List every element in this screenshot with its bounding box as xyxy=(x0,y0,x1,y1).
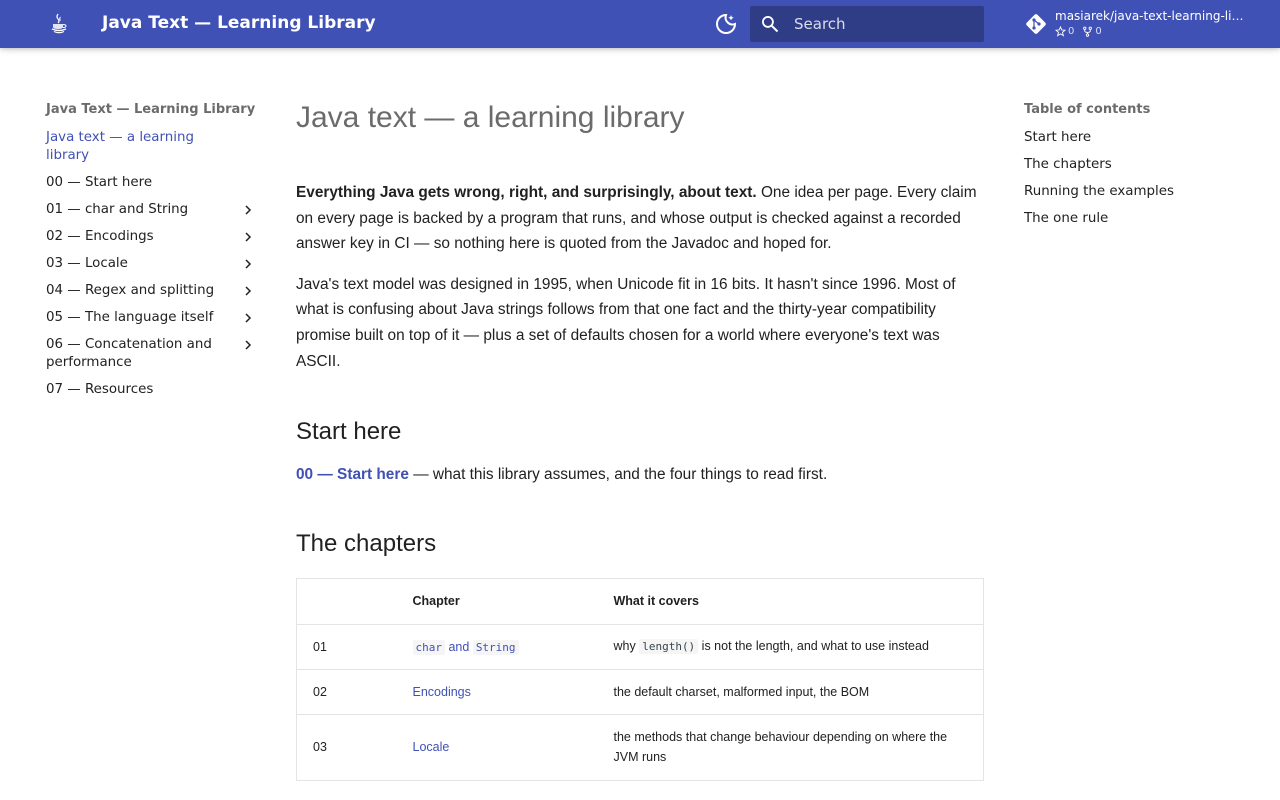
start-text: — what this library assumes, and the fou… xyxy=(408,466,828,484)
nav-item-label: 00 — Start here xyxy=(46,175,153,190)
table-row: 02 Encodings the default charset, malfor… xyxy=(296,669,984,715)
nav-item-regex[interactable]: 04 — Regex and splitting xyxy=(46,282,256,300)
column-header xyxy=(296,578,397,625)
top-header: Java Text — Learning Library masiarek/ja… xyxy=(0,0,1280,48)
chapter-number: 01 xyxy=(296,624,397,670)
main-content: Java text — a learning library Everythin… xyxy=(296,98,984,781)
chapter-number: 02 xyxy=(296,669,397,715)
nav-item-label: 05 — The language itself xyxy=(46,310,214,325)
chevron-right-icon[interactable] xyxy=(242,258,254,270)
nav-item-label: 01 — char and String xyxy=(46,202,189,217)
table-of-contents: Table of contents Start here The chapter… xyxy=(1024,102,1254,237)
repo-name: masiarek/java-text-learning-library xyxy=(1055,9,1244,23)
site-title[interactable]: Java Text — Learning Library xyxy=(102,13,376,33)
primary-navigation: Java Text — Learning Library Java text —… xyxy=(46,102,256,408)
nav-item-label: 03 — Locale xyxy=(46,256,128,271)
repository-link[interactable]: masiarek/java-text-learning-library 0 0 xyxy=(1024,8,1244,42)
section-start-here: Start here xyxy=(296,418,402,446)
nav-item-encodings[interactable]: 02 — Encodings xyxy=(46,228,256,246)
nav-item-language[interactable]: 05 — The language itself xyxy=(46,309,256,327)
chevron-right-icon[interactable] xyxy=(242,339,254,351)
chapter-description: the methods that change behaviour depend… xyxy=(597,714,984,781)
nav-item-char-and-string[interactable]: 01 — char and String xyxy=(46,201,256,219)
nav-item-concatenation[interactable]: 06 — Concatenation and performance xyxy=(46,336,256,372)
intro-bold: Everything Java gets wrong, right, and s… xyxy=(296,184,757,201)
desc-text: why xyxy=(613,639,640,654)
nav-item-start-here[interactable]: 00 — Start here xyxy=(46,174,256,192)
nav-item-label: 06 — Concatenation and performance xyxy=(46,337,212,370)
chapter-code: String xyxy=(472,639,519,655)
star-icon xyxy=(1055,26,1066,37)
repo-forks: 0 xyxy=(1082,26,1102,37)
start-here-link[interactable]: 00 — Start here xyxy=(296,466,409,483)
table-row: 03 Locale the methods that change behavi… xyxy=(296,714,984,781)
git-icon xyxy=(1026,14,1046,34)
nav-item-label: 04 — Regex and splitting xyxy=(46,283,215,298)
section-chapters: The chapters xyxy=(296,529,437,557)
chevron-right-icon[interactable] xyxy=(242,204,254,216)
nav-item-locale[interactable]: 03 — Locale xyxy=(46,255,256,273)
chapter-link[interactable]: Locale xyxy=(413,740,450,754)
repo-stars: 0 xyxy=(1055,26,1074,37)
nav-title: Java Text — Learning Library xyxy=(46,102,256,117)
stars-count: 0 xyxy=(1068,26,1075,37)
history-paragraph: Java's text model was designed in 1995, … xyxy=(296,275,956,370)
java-logo-icon[interactable] xyxy=(48,12,70,36)
nav-item-home[interactable]: Java text — a learning library xyxy=(46,129,256,165)
chapter-link[interactable]: Encodings xyxy=(413,685,471,699)
forks-count: 0 xyxy=(1095,26,1102,37)
desc-code: length() xyxy=(639,639,699,655)
chapter-description: why length() is not the length, and what… xyxy=(597,624,984,670)
search-input[interactable] xyxy=(794,6,980,42)
toc-item-one-rule[interactable]: The one rule xyxy=(1024,210,1254,228)
nav-item-label: 02 — Encodings xyxy=(46,229,154,244)
intro-paragraph: Everything Java gets wrong, right, and s… xyxy=(296,180,984,257)
toc-item-start-here[interactable]: Start here xyxy=(1024,129,1254,147)
table-row: 01 char and String why length() is not t… xyxy=(296,624,984,670)
nav-item-label: Java text — a learning library xyxy=(46,130,194,163)
toc-item-chapters[interactable]: The chapters xyxy=(1024,156,1254,174)
table-header-row: Chapter What it covers xyxy=(296,578,984,625)
start-paragraph: 00 — Start here — what this library assu… xyxy=(296,462,984,488)
repo-facts: 0 0 xyxy=(1055,26,1102,37)
chevron-right-icon[interactable] xyxy=(242,285,254,297)
chapter-link-cell: Encodings xyxy=(396,669,598,715)
page-title: Java text — a learning library xyxy=(296,101,685,134)
toc-item-running-examples[interactable]: Running the examples xyxy=(1024,183,1254,201)
chevron-right-icon[interactable] xyxy=(242,312,254,324)
chevron-right-icon[interactable] xyxy=(242,231,254,243)
theme-toggle-icon[interactable] xyxy=(714,12,738,36)
desc-text: is not the length, and what to use inste… xyxy=(698,639,929,654)
nav-item-resources[interactable]: 07 — Resources xyxy=(46,381,256,399)
chapter-description: the default charset, malformed input, th… xyxy=(597,669,984,715)
chapter-and: and xyxy=(445,639,473,654)
toc-title: Table of contents xyxy=(1024,102,1151,117)
search-icon xyxy=(762,16,779,33)
chapter-code: char xyxy=(412,639,445,655)
fork-icon xyxy=(1083,26,1093,37)
chapter-number: 03 xyxy=(296,714,397,781)
chapters-table: Chapter What it covers 01 char and Strin… xyxy=(296,577,984,781)
column-header: What it covers xyxy=(597,578,984,625)
chapter-link-cell: Locale xyxy=(396,714,598,781)
chapter-link[interactable]: char and String xyxy=(396,624,598,670)
search-box[interactable] xyxy=(750,6,984,42)
nav-item-label: 07 — Resources xyxy=(46,382,154,397)
column-header: Chapter xyxy=(396,578,598,625)
